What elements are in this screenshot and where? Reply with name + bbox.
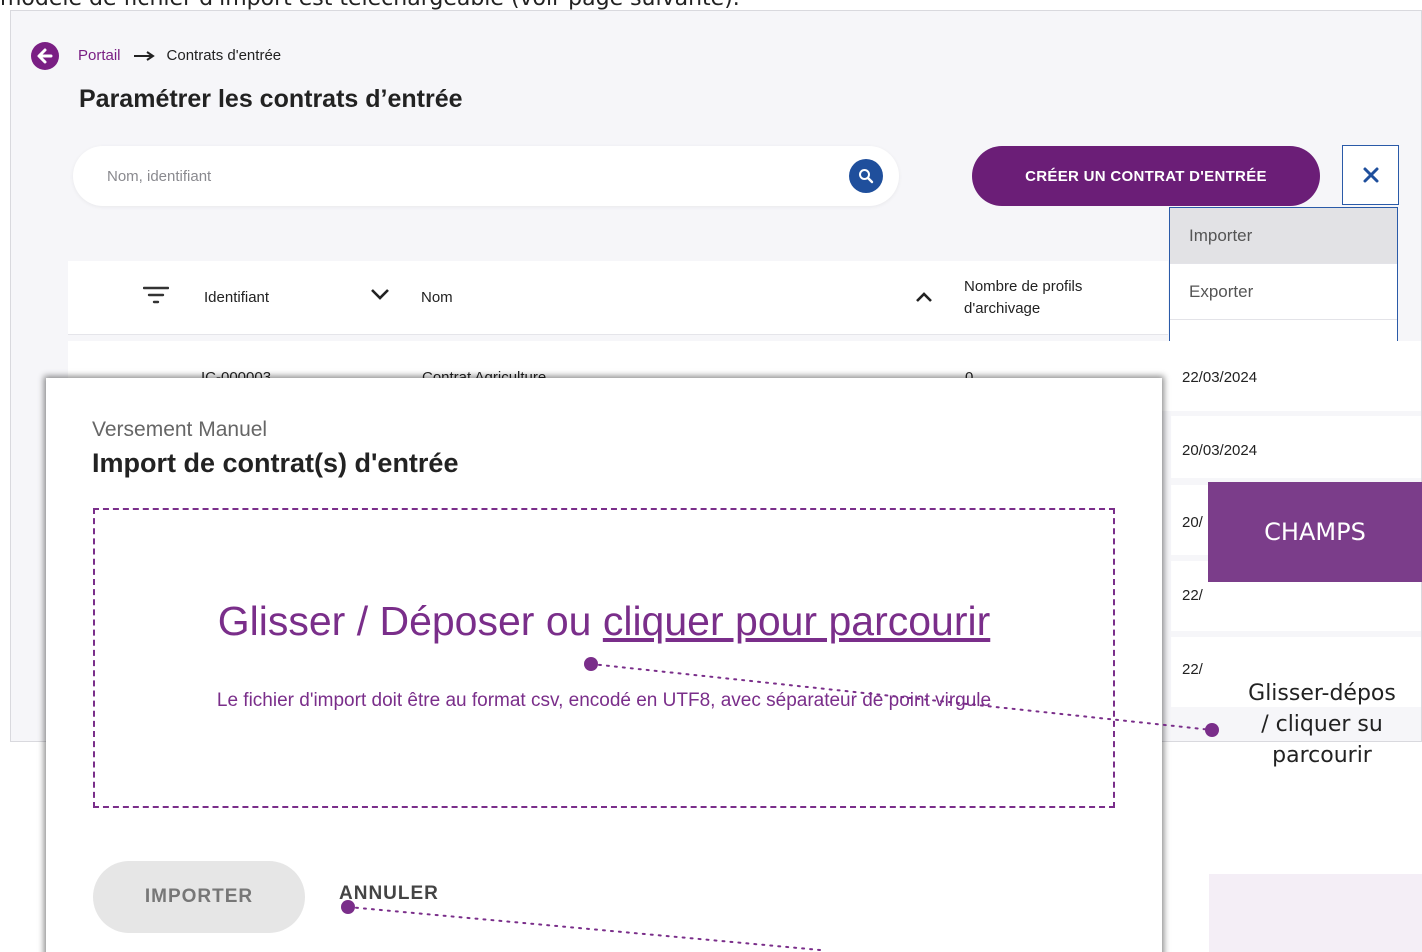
annotation-banner: CHAMPS — [1208, 482, 1422, 582]
browse-link[interactable]: cliquer pour parcourir — [603, 598, 990, 644]
cell-date: 20/ — [1182, 514, 1203, 531]
search-input[interactable] — [107, 162, 807, 190]
menu-item-exporter[interactable]: Exporter — [1170, 264, 1397, 320]
cell-date: 22/ — [1182, 661, 1203, 678]
chevron-down-icon[interactable] — [370, 286, 390, 305]
search-icon[interactable] — [849, 159, 883, 193]
page-title: Paramétrer les contrats d’entrée — [79, 85, 463, 113]
column-header-profils[interactable]: Nombre de profils d'archivage — [964, 276, 1124, 320]
cell-date: 22/03/2024 — [1182, 369, 1258, 386]
table-row[interactable]: 20/03/2024 — [1171, 416, 1421, 478]
filter-icon[interactable] — [142, 285, 170, 309]
modal-title: Import de contrat(s) d'entrée — [92, 448, 459, 478]
close-icon[interactable] — [1342, 145, 1399, 205]
breadcrumb-current: Contrats d'entrée — [166, 47, 282, 64]
dropzone-text: Glisser / Déposer ou cliquer pour parcou… — [95, 598, 1113, 645]
callout-line: / cliquer su — [1261, 712, 1383, 737]
dropzone-label: Glisser / Déposer ou — [217, 598, 603, 644]
importer-button[interactable]: IMPORTER — [93, 861, 305, 933]
annotation-block — [1209, 874, 1422, 952]
callout-line: parcourir — [1272, 743, 1372, 768]
cell-date: 22/ — [1182, 587, 1203, 604]
menu-item-importer[interactable]: Importer — [1170, 208, 1397, 264]
create-contract-button[interactable]: CRÉER UN CONTRAT D'ENTRÉE — [972, 146, 1320, 206]
annuler-button[interactable]: ANNULER — [339, 883, 439, 905]
file-dropzone[interactable]: Glisser / Déposer ou cliquer pour parcou… — [93, 508, 1115, 808]
breadcrumb-portail[interactable]: Portail — [78, 47, 121, 64]
table-header: Identifiant Nom Nombre de profils d'arch… — [68, 261, 1168, 335]
import-modal: Versement Manuel Import de contrat(s) d'… — [46, 378, 1162, 952]
search-box — [73, 146, 899, 206]
arrow-right-icon — [133, 50, 155, 61]
modal-subtitle: Versement Manuel — [92, 418, 268, 441]
cell-date: 20/03/2024 — [1182, 442, 1258, 459]
column-header-nom[interactable]: Nom — [421, 289, 453, 306]
dropzone-hint: Le fichier d'import doit être au format … — [216, 690, 992, 711]
back-arrow-icon[interactable] — [31, 42, 59, 70]
annotation-callout: Glisser-dépos / cliquer su parcourir — [1222, 678, 1422, 771]
chevron-up-icon[interactable] — [915, 289, 933, 308]
breadcrumb: Portail Contrats d'entrée — [78, 47, 281, 64]
column-header-identifiant[interactable]: Identifiant — [204, 289, 269, 306]
callout-line: Glisser-dépos — [1248, 681, 1396, 706]
